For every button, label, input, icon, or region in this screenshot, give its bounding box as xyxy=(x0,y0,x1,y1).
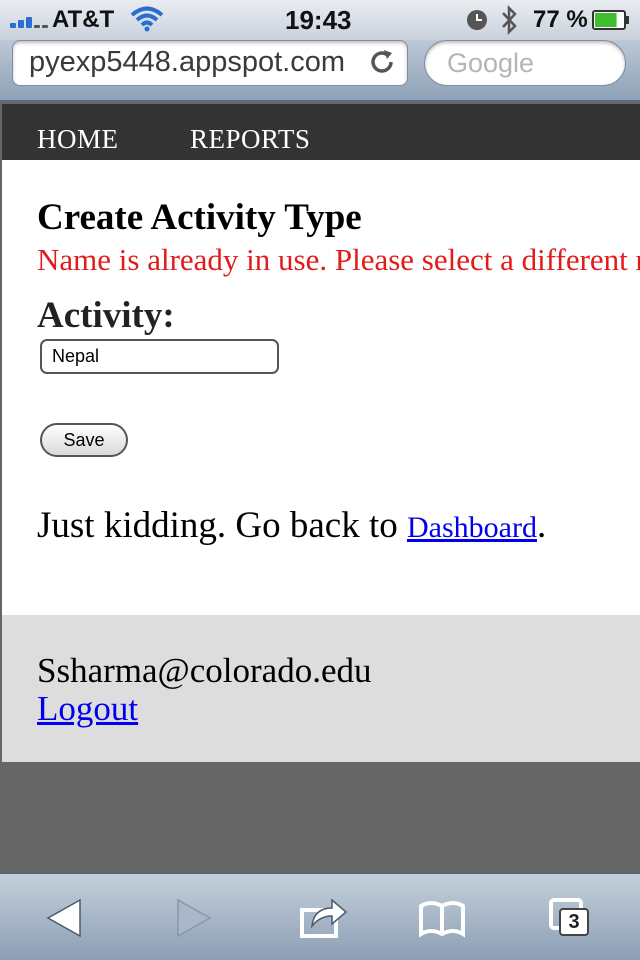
bluetooth-icon xyxy=(502,5,517,35)
battery-percentage: 77 % xyxy=(533,6,588,33)
browser-address-bar: pyexp5448.appspot.com xyxy=(0,40,640,102)
back-message: Just kidding. Go back to Dashboard. xyxy=(37,504,546,547)
search-input[interactable] xyxy=(447,48,627,79)
nav-home-link[interactable]: HOME xyxy=(37,124,119,155)
wifi-icon xyxy=(130,6,164,32)
dashboard-link[interactable]: Dashboard xyxy=(407,511,537,544)
web-page: HOME REPORTS Create Activity Type Name i… xyxy=(0,104,640,872)
user-email: Ssharma@colorado.edu xyxy=(37,651,372,690)
tabs-button[interactable]: 3 xyxy=(547,896,597,940)
tab-count-badge: 3 xyxy=(559,908,589,936)
url-text: pyexp5448.appspot.com xyxy=(29,46,345,78)
back-arrow-icon[interactable] xyxy=(40,896,90,940)
site-navbar: HOME REPORTS xyxy=(2,104,640,160)
share-icon[interactable] xyxy=(298,896,348,940)
main-content: Create Activity Type Name is already in … xyxy=(2,160,640,615)
page-footer: Ssharma@colorado.edu Logout xyxy=(2,615,640,762)
search-field[interactable] xyxy=(424,40,627,86)
save-button[interactable]: Save xyxy=(40,423,128,457)
clock-time: 19:43 xyxy=(285,5,352,35)
activity-label: Activity: xyxy=(37,295,175,336)
logout-link[interactable]: Logout xyxy=(37,689,138,729)
reload-icon[interactable] xyxy=(367,47,397,77)
page-title: Create Activity Type xyxy=(37,197,362,238)
status-bar: AT&T 19:43 77 % xyxy=(0,0,640,40)
url-field[interactable]: pyexp5448.appspot.com xyxy=(12,40,408,86)
back-message-prefix: Just kidding. Go back to xyxy=(37,505,407,546)
activity-input[interactable] xyxy=(40,339,279,374)
nav-reports-link[interactable]: REPORTS xyxy=(190,124,310,155)
browser-toolbar: 3 xyxy=(0,872,640,960)
alarm-clock-icon xyxy=(467,10,487,30)
signal-strength-icon xyxy=(10,14,50,28)
battery-icon xyxy=(592,10,629,30)
carrier-name: AT&T xyxy=(52,6,115,33)
error-message: Name is already in use. Please select a … xyxy=(37,242,640,277)
bookmarks-icon[interactable] xyxy=(417,896,467,940)
forward-arrow-icon[interactable] xyxy=(168,896,218,940)
back-message-suffix: . xyxy=(536,505,547,546)
